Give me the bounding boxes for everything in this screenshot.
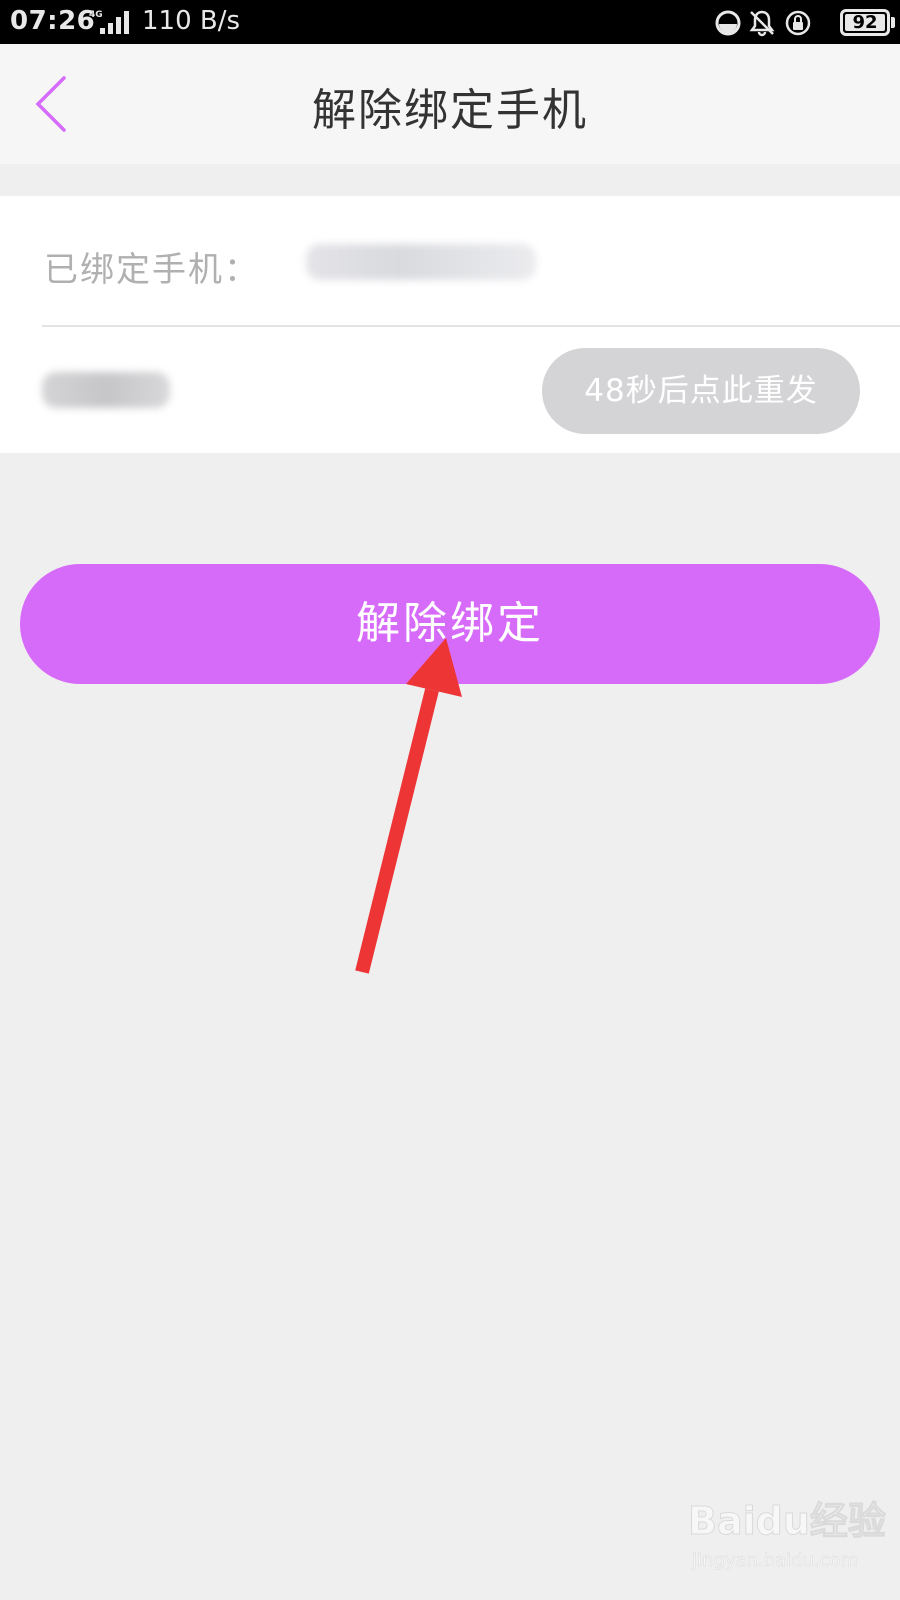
battery-level: 92 [852,12,878,33]
unbind-button[interactable]: 解除绑定 [20,564,880,684]
bound-phone-label: 已绑定手机： [44,250,260,290]
data-saver-icon [715,10,741,36]
unbind-phone-screen: 07:26 4G 110 B/s 92 解除绑定手机 已绑定手机： 48秒后点此… [0,0,900,1600]
watermark-url: jingyan.baidu.com [692,1550,859,1572]
resend-code-button[interactable]: 48秒后点此重发 [542,348,860,434]
cellular-signal-icon: 4G [89,10,129,34]
bell-muted-icon [749,10,775,37]
rotation-lock-icon [785,10,811,36]
baidu-jingyan-watermark: Baidu经验 jingyan.baidu.com [688,1490,888,1590]
bound-phone-value-redacted [306,244,536,280]
divider [42,325,900,327]
status-bar: 07:26 4G 110 B/s 92 [0,0,900,44]
verification-code-input[interactable] [42,372,170,408]
page-title: 解除绑定手机 [312,85,588,136]
battery-icon: 92 [840,9,890,36]
nav-bar: 解除绑定手机 [0,44,900,164]
status-time: 07:26 [10,6,96,36]
form-card: 已绑定手机： 48秒后点此重发 [0,196,900,453]
network-type: 4G [89,10,103,20]
watermark-logo: Baidu经验 [688,1499,887,1544]
net-speed: 110 B/s [142,6,241,36]
